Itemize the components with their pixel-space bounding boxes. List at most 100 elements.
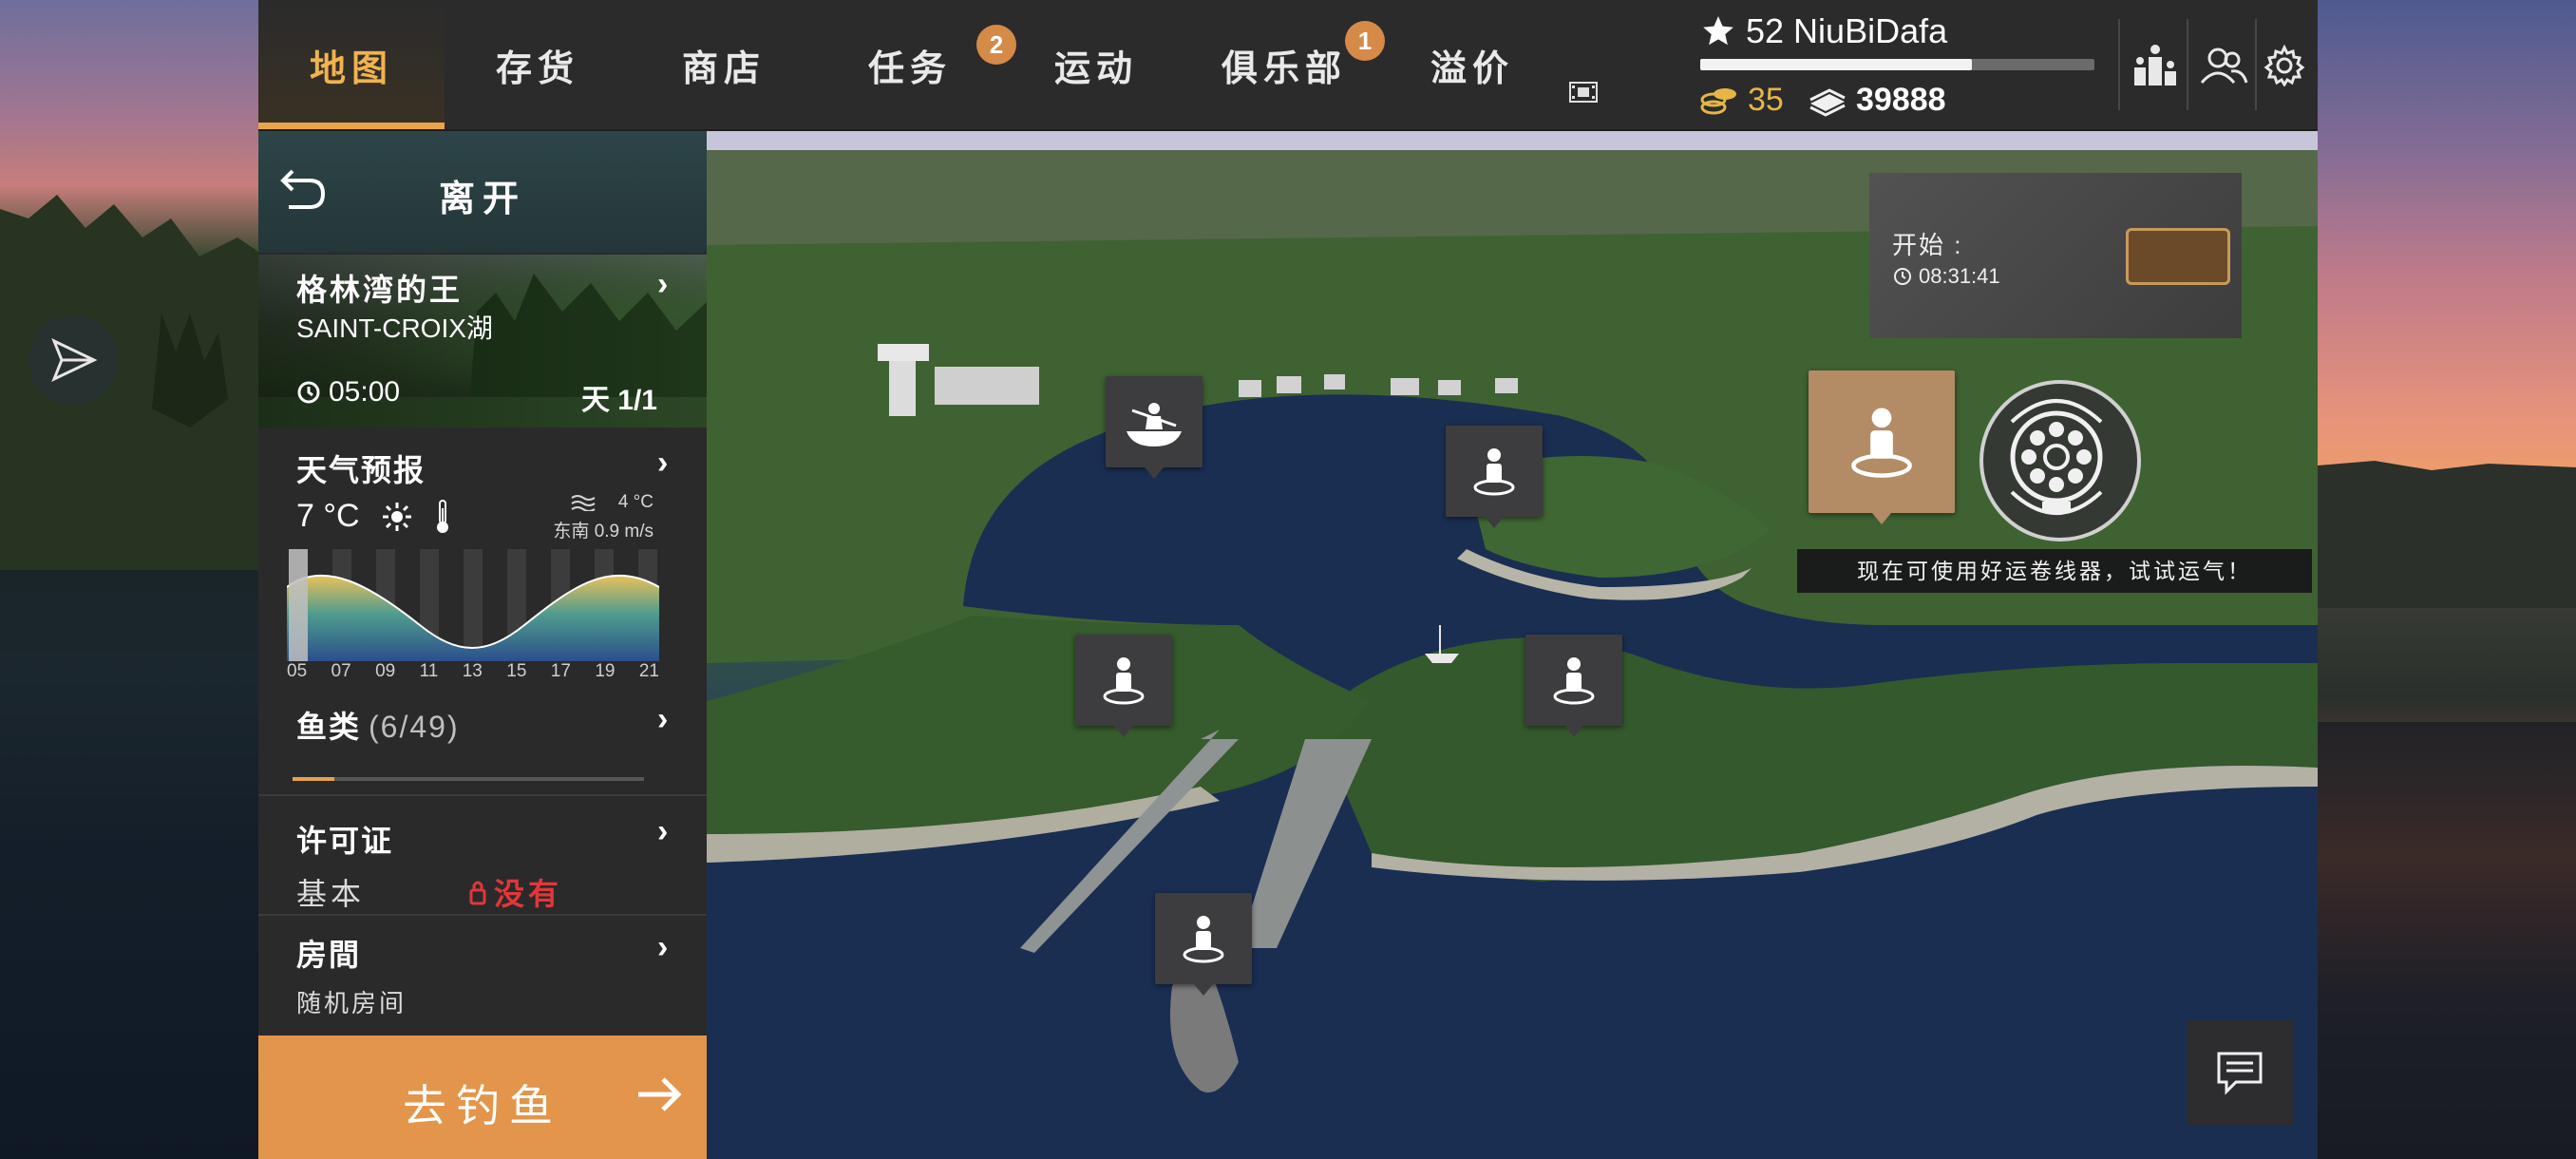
rowboat-icon bbox=[1127, 403, 1182, 446]
gold-coins-icon bbox=[1700, 87, 1736, 114]
chevron-right-icon: › bbox=[657, 701, 669, 737]
go-fishing-button[interactable]: 去钓鱼 bbox=[258, 1036, 707, 1159]
cash-balance: 39888 bbox=[1807, 82, 1946, 119]
fish-title-text: 鱼类 bbox=[296, 710, 362, 744]
hour-label: 21 bbox=[638, 661, 659, 681]
game-time: 05:00 bbox=[296, 376, 400, 408]
fishing-spot-pin[interactable] bbox=[1155, 893, 1252, 996]
thermometer-icon bbox=[436, 499, 448, 533]
shoreline-silhouette-right bbox=[2318, 461, 2576, 1159]
tab-map[interactable]: 地图 bbox=[258, 0, 445, 129]
room-title: 房間 bbox=[296, 938, 362, 972]
location-card[interactable]: 格林湾的王 SAINT-CROIX湖 › 05:00 天 1/1 bbox=[258, 255, 707, 428]
room-value: 随机房间 bbox=[296, 989, 407, 1017]
angler-spot-icon bbox=[1183, 916, 1224, 963]
event-card[interactable]: 开始 : 08:31:41 bbox=[1869, 173, 2242, 338]
tab-label: 运动 bbox=[1053, 48, 1138, 89]
temperature-forecast-chart bbox=[287, 549, 659, 661]
leaderboard-icon bbox=[2134, 45, 2176, 86]
chevron-right-icon: › bbox=[657, 266, 669, 302]
angler-spot-icon bbox=[1553, 657, 1595, 705]
player-level-name: 52 NiuBiDafa bbox=[1700, 11, 1947, 51]
hour-label: 11 bbox=[419, 661, 439, 681]
fishing-spot-pin[interactable] bbox=[1075, 635, 1172, 737]
tab-label: 任务 bbox=[867, 48, 952, 89]
license-section[interactable]: 许可证 › 基本 没有 bbox=[258, 796, 707, 916]
chat-button[interactable] bbox=[2187, 1020, 2293, 1125]
lucky-reel-button[interactable] bbox=[1979, 380, 2141, 542]
send-button[interactable] bbox=[28, 315, 118, 405]
hour-label: 13 bbox=[462, 661, 483, 681]
air-temperature: 7 °C bbox=[296, 498, 451, 535]
selected-fishing-spot-pin[interactable] bbox=[1809, 370, 1955, 524]
lake-map[interactable]: 开始 : 08:31:41 现在可使用好运卷线器，试试运气！ bbox=[707, 131, 2318, 1159]
tab-sports[interactable]: 运动 bbox=[1003, 0, 1189, 129]
forest-silhouette-left bbox=[0, 195, 258, 1159]
tab-label: 商店 bbox=[681, 48, 766, 89]
gear-icon bbox=[2263, 45, 2305, 86]
room-section[interactable]: 房間 › 随机房间 bbox=[258, 916, 707, 1034]
chevron-right-icon: › bbox=[657, 813, 669, 849]
friends-icon bbox=[2200, 48, 2248, 85]
location-title: 格林湾的王 bbox=[296, 273, 464, 307]
tab-label: 溢价 bbox=[1430, 48, 1514, 89]
tab-label: 存货 bbox=[495, 48, 579, 89]
tab-inventory[interactable]: 存货 bbox=[445, 0, 631, 129]
tab-club[interactable]: 俱乐部 bbox=[1189, 0, 1379, 129]
clock-icon bbox=[297, 381, 320, 404]
tab-shop[interactable]: 商店 bbox=[631, 0, 817, 129]
hour-label: 09 bbox=[375, 661, 396, 681]
time-value: 05:00 bbox=[329, 376, 401, 408]
gold-balance: 35 bbox=[1700, 82, 1784, 119]
wind-info: 4 °C 东南 0.9 m/s bbox=[528, 492, 653, 542]
location-panel: 离开 格林湾的王 SAINT-CROIX湖 › 05:00 天 1/1 天气预报… bbox=[258, 131, 707, 1159]
lock-icon bbox=[469, 881, 486, 905]
friends-button[interactable] bbox=[2190, 32, 2257, 99]
leaderboard-button[interactable] bbox=[2122, 32, 2188, 99]
leave-label: 离开 bbox=[438, 180, 526, 219]
tab-missions[interactable]: 任务 bbox=[817, 0, 1003, 129]
waves-icon bbox=[571, 495, 596, 511]
divider bbox=[2187, 19, 2188, 110]
water-temp-value: 4 °C bbox=[617, 492, 653, 512]
chevron-right-icon: › bbox=[657, 445, 669, 481]
event-timer: 08:31:41 bbox=[1892, 264, 2000, 289]
hour-label: 05 bbox=[287, 661, 308, 681]
fish-progress-fill bbox=[293, 777, 335, 781]
event-start-label: 开始 : bbox=[1892, 231, 1963, 259]
chat-bubble-icon bbox=[2217, 1052, 2263, 1095]
gold-amount: 35 bbox=[1748, 82, 1784, 118]
player-status[interactable]: 52 NiuBiDafa 35 39888 bbox=[1700, 6, 2099, 124]
wind-value: 东南 0.9 m/s bbox=[553, 522, 653, 542]
settings-button[interactable] bbox=[2251, 32, 2318, 99]
chevron-right-icon: › bbox=[657, 929, 669, 965]
lucky-reel-tooltip: 现在可使用好运卷线器，试试运气！ bbox=[1797, 549, 2312, 593]
video-icon bbox=[1569, 82, 1598, 103]
banknotes-icon bbox=[1809, 87, 1846, 117]
arrow-right-icon bbox=[638, 1077, 682, 1112]
event-time-value: 08:31:41 bbox=[1919, 264, 2000, 288]
background-right-scenery bbox=[2318, 0, 2576, 1159]
boat-rental-pin[interactable] bbox=[1106, 376, 1203, 479]
tab-label: 俱乐部 bbox=[1221, 48, 1347, 89]
fishing-spot-pin[interactable] bbox=[1525, 635, 1622, 737]
xp-progress-fill bbox=[1700, 59, 1973, 70]
license-status: 没有 bbox=[469, 870, 562, 914]
hour-label: 19 bbox=[595, 661, 616, 681]
fishing-spot-pin[interactable] bbox=[1446, 426, 1543, 528]
fish-count: (6/49) bbox=[369, 710, 460, 744]
leave-button[interactable]: 离开 bbox=[258, 131, 707, 253]
fish-title: 鱼类 (6/49) bbox=[296, 703, 460, 747]
fish-species-section[interactable]: 鱼类 (6/49) › bbox=[258, 688, 707, 796]
fish-progress-bar bbox=[293, 777, 644, 781]
current-hour-marker bbox=[289, 549, 308, 661]
hour-label: 17 bbox=[550, 661, 571, 681]
star-icon bbox=[1703, 16, 1733, 46]
angler-spot-icon bbox=[1851, 408, 1912, 478]
clock-icon bbox=[1894, 268, 1911, 285]
sun-icon bbox=[382, 502, 411, 531]
tab-premium[interactable]: 溢价 bbox=[1379, 0, 1565, 129]
license-status-text: 没有 bbox=[494, 877, 563, 911]
angler-spot-icon bbox=[1103, 657, 1145, 705]
air-temp-value: 7 °C bbox=[296, 498, 360, 534]
